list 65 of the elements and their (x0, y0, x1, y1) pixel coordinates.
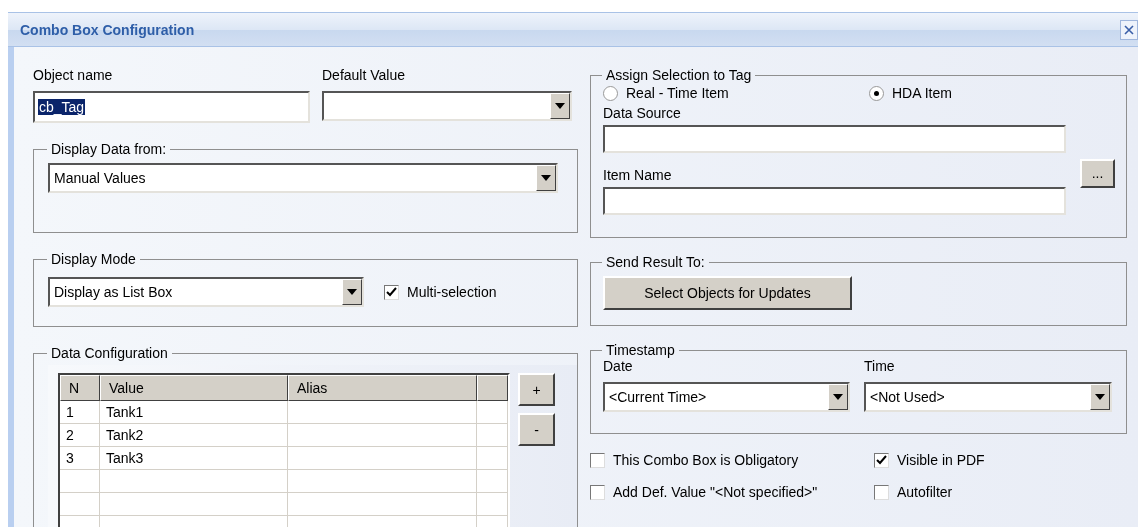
dropdown[interactable]: <Current Time> (603, 382, 850, 412)
remove-row-button[interactable]: - (518, 413, 555, 446)
date-label: Date (603, 358, 634, 374)
field-text: cb_Tag (38, 99, 86, 115)
checkbox[interactable] (874, 484, 889, 500)
select-objects-button[interactable]: Select Objects for Updates (603, 276, 852, 310)
checkmark-icon (386, 287, 397, 297)
checkbox[interactable] (874, 452, 889, 468)
checkbox[interactable] (590, 484, 605, 500)
browse-button[interactable]: ... (1080, 158, 1115, 188)
group-title: Timestamp (605, 342, 676, 358)
checkmark-icon (876, 455, 887, 465)
checkbox-label: This Combo Box is Obligatory (613, 452, 799, 468)
dropdown-arrow-icon (541, 175, 551, 181)
close-button[interactable] (1120, 19, 1138, 40)
table-cell (60, 470, 100, 493)
table-cell: 2 (60, 424, 100, 447)
table-cell: 1 (60, 401, 100, 424)
checkbox-label: Autofilter (897, 484, 953, 500)
table-cell: Tank2 (100, 424, 288, 447)
dropdown[interactable]: Display as List Box (48, 277, 364, 307)
table-cell (477, 470, 508, 493)
dropdown-arrow-icon (1095, 394, 1105, 400)
object-name-label: Object name (33, 67, 114, 83)
object-name-field[interactable]: cb_Tag (33, 91, 310, 123)
table-cell (477, 401, 508, 424)
group-title: Display Mode (50, 251, 137, 267)
checkbox-label: Visible in PDF (897, 452, 985, 468)
time-label: Time (864, 358, 896, 374)
dropdown[interactable]: Manual Values (48, 163, 558, 193)
group-title: Assign Selection to Tag (605, 67, 753, 83)
radio-label: HDA Item (892, 85, 952, 101)
column-header: Value (100, 375, 288, 401)
dropdown[interactable]: <Not Used> (864, 382, 1112, 412)
item-name-field[interactable] (603, 187, 1066, 215)
table-cell (60, 493, 100, 516)
group-title: Send Result To: (605, 254, 706, 270)
dropdown-arrow-icon (833, 394, 843, 400)
item-name-label: Item Name (603, 167, 673, 183)
group-title: Display Data from: (50, 141, 168, 157)
radio-label: Real - Time Item (626, 85, 729, 101)
close-icon (1124, 24, 1134, 35)
table-cell: Tank1 (100, 401, 288, 424)
checkbox-label: Add Def. Value "<Not specified>" (613, 484, 818, 500)
table-cell: 3 (60, 447, 100, 470)
checkbox[interactable] (384, 284, 399, 300)
radio-button[interactable] (869, 85, 884, 101)
data-source-field[interactable] (603, 125, 1066, 153)
data-source-label: Data Source (603, 105, 682, 121)
group-title: Data Configuration (50, 345, 169, 361)
table-cell (477, 493, 508, 516)
column-header: Alias (288, 375, 477, 401)
checkbox-label: Multi-selection (407, 284, 497, 300)
table-cell (477, 447, 508, 470)
window-title: Combo Box Configuration (20, 21, 195, 38)
dropdown-arrow-icon (555, 103, 565, 109)
checkbox[interactable] (590, 452, 605, 468)
add-row-button[interactable]: + (518, 373, 555, 406)
dropdown-arrow-icon (347, 289, 357, 295)
column-header: N (60, 375, 100, 401)
table-cell: Tank3 (100, 447, 288, 470)
default-value-label: Default Value (322, 67, 406, 83)
dropdown[interactable] (322, 91, 572, 121)
radio-button[interactable] (603, 85, 618, 101)
table-cell (477, 424, 508, 447)
